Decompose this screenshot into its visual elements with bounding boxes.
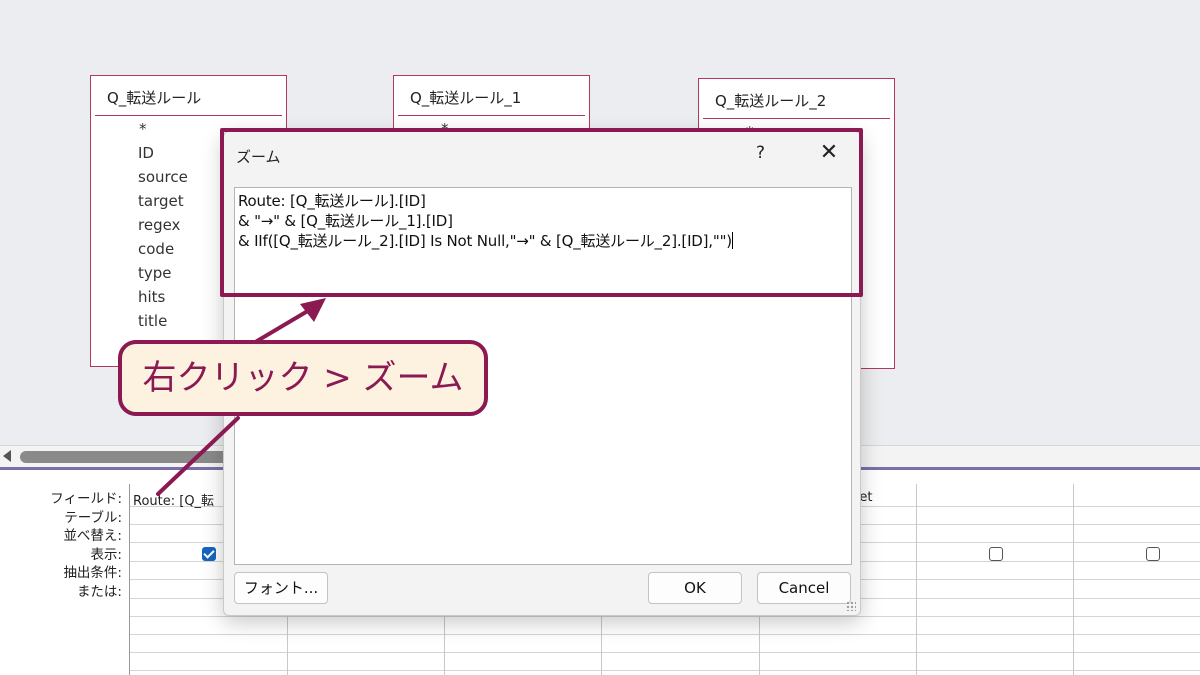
field-item-source[interactable]: source xyxy=(138,165,188,189)
field-item-id[interactable]: ID xyxy=(138,141,188,165)
row-label-or: または: xyxy=(76,583,122,600)
row-label-show: 表示: xyxy=(90,546,122,563)
grid-row-labels: フィールド: テーブル: 並べ替え: 表示: 抽出条件: または: xyxy=(50,490,122,601)
field-item-type[interactable]: type xyxy=(138,261,188,285)
table-box-title[interactable]: Q_転送ルール_2 xyxy=(715,90,826,111)
annotation-highlight-box xyxy=(220,128,863,297)
table-box-separator xyxy=(95,115,282,116)
scroll-left-icon[interactable] xyxy=(3,450,11,462)
grid-row-line xyxy=(130,652,1200,653)
row-label-sort: 並べ替え: xyxy=(63,528,122,544)
grid-row-line xyxy=(130,616,1200,617)
ok-button[interactable]: OK xyxy=(648,572,742,604)
resize-grip-icon[interactable] xyxy=(846,601,856,611)
table-box-separator xyxy=(398,115,585,116)
grid-row-line xyxy=(130,670,1200,671)
table-box-title[interactable]: Q_転送ルール_1 xyxy=(410,87,521,108)
row-label-table: テーブル: xyxy=(64,509,122,526)
grid-row-line xyxy=(130,634,1200,635)
field-item-all[interactable]: * xyxy=(138,117,188,141)
font-button[interactable]: フォント... xyxy=(234,572,328,604)
scrollbar-thumb[interactable] xyxy=(20,451,230,463)
row-label-field: フィールド: xyxy=(50,491,122,507)
field-item-title[interactable]: title xyxy=(138,309,188,333)
show-checkbox-col1[interactable] xyxy=(202,547,216,561)
field-cell-route[interactable]: Route: [Q_転 xyxy=(133,490,214,509)
field-item-regex[interactable]: regex xyxy=(138,213,188,237)
grid-col-line xyxy=(1073,484,1074,675)
field-item-hits[interactable]: hits xyxy=(138,285,188,309)
annotation-callout: 右クリック > ズーム xyxy=(118,340,488,416)
grid-col-line xyxy=(916,484,917,675)
field-list: * ID source target regex code type hits … xyxy=(138,117,188,333)
show-checkbox-col7[interactable] xyxy=(1146,547,1160,561)
table-box-separator xyxy=(703,118,890,119)
show-checkbox-col6[interactable] xyxy=(989,547,1003,561)
field-item-code[interactable]: code xyxy=(138,237,188,261)
table-box-title[interactable]: Q_転送ルール xyxy=(107,87,201,108)
row-label-criteria: 抽出条件: xyxy=(63,565,122,581)
field-item-target[interactable]: target xyxy=(138,189,188,213)
cancel-button[interactable]: Cancel xyxy=(757,572,851,604)
